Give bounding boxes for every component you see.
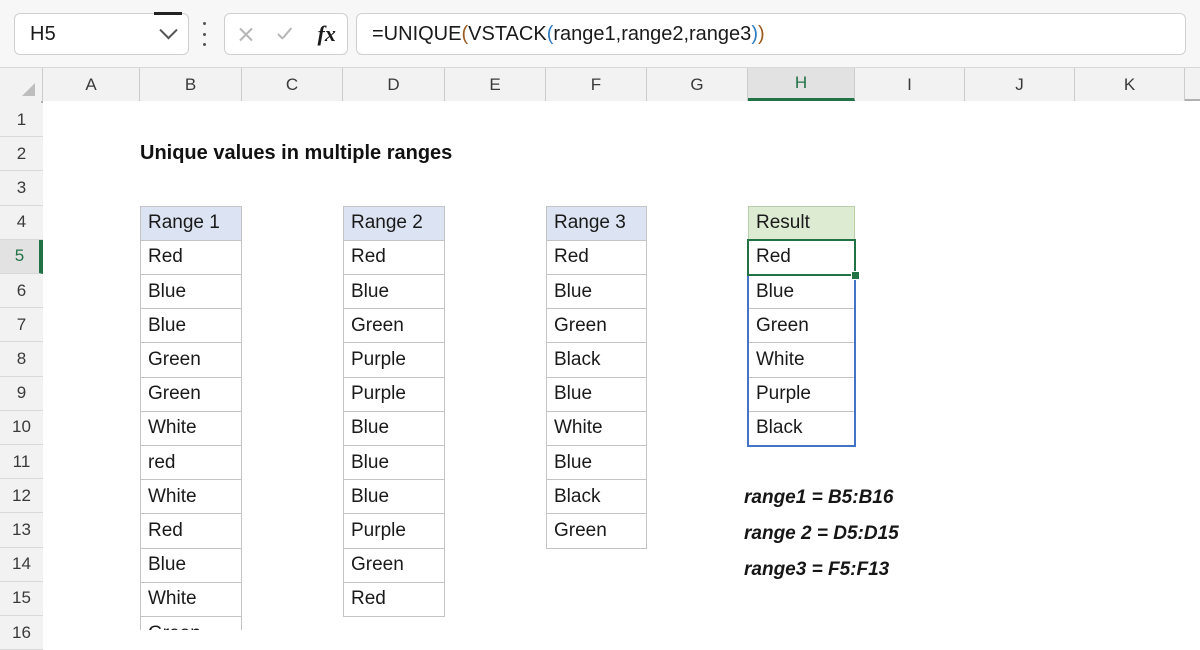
- cell-range2-15[interactable]: Red: [343, 581, 445, 617]
- row-header-9[interactable]: 9: [0, 376, 43, 411]
- column-header-h[interactable]: H: [748, 68, 855, 101]
- row-header-7[interactable]: 7: [0, 308, 43, 343]
- cell-range2-10[interactable]: Blue: [343, 410, 445, 446]
- cell-result-7[interactable]: Green: [748, 308, 855, 344]
- cell-range1-12[interactable]: White: [140, 479, 242, 515]
- column-header-g[interactable]: G: [647, 68, 748, 101]
- cell-range2-8[interactable]: Purple: [343, 342, 445, 378]
- row-header-6[interactable]: 6: [0, 274, 43, 309]
- column-header-band: ABCDEFGHIJK: [0, 68, 1200, 101]
- row-header-16[interactable]: 16: [0, 616, 43, 650]
- insert-function-icon[interactable]: fx: [306, 14, 347, 54]
- cell-range3-13[interactable]: Green: [546, 513, 647, 549]
- column-header-b[interactable]: B: [140, 68, 242, 101]
- cell-result-8[interactable]: White: [748, 342, 855, 378]
- formula-text: =UNIQUE(VSTACK(range1,range2,range3)): [357, 23, 765, 46]
- row-header-10[interactable]: 10: [0, 410, 43, 445]
- cell-range3-11[interactable]: Blue: [546, 445, 647, 481]
- page-title: Unique values in multiple ranges: [140, 142, 453, 164]
- cell-range3-12[interactable]: Black: [546, 479, 647, 515]
- cell-header-range1[interactable]: Range 1: [140, 205, 242, 241]
- cell-range1-8[interactable]: Green: [140, 342, 242, 378]
- row-header-3[interactable]: 3: [0, 171, 43, 206]
- cell-range2-7[interactable]: Green: [343, 308, 445, 344]
- cell-range2-13[interactable]: Purple: [343, 513, 445, 549]
- cell-result-6[interactable]: Blue: [748, 274, 855, 310]
- column-header-j[interactable]: J: [965, 68, 1075, 101]
- row-header-12[interactable]: 12: [0, 479, 43, 514]
- row-header-11[interactable]: 11: [0, 445, 43, 480]
- column-header-f[interactable]: F: [546, 68, 647, 101]
- row-header-15[interactable]: 15: [0, 581, 43, 616]
- row-header-band: 1 2 3 4 5 6 7 8 9 10 11 12 13 14 15 16: [0, 101, 43, 650]
- select-all-corner[interactable]: [0, 68, 43, 101]
- formula-segment-2: VSTACK: [468, 22, 547, 45]
- formula-segment-1: =UNIQUE: [372, 22, 462, 45]
- row-header-5[interactable]: 5: [0, 239, 43, 274]
- cell-range1-7[interactable]: Blue: [140, 308, 242, 344]
- formula-paren-close-2: ): [751, 22, 758, 45]
- formula-action-buttons: fx: [224, 13, 348, 55]
- cell-range1-10[interactable]: White: [140, 410, 242, 446]
- cell-header-range2[interactable]: Range 2: [343, 205, 445, 241]
- column-header-d[interactable]: D: [343, 68, 445, 101]
- cell-range1-13[interactable]: Red: [140, 513, 242, 549]
- row-header-13[interactable]: 13: [0, 513, 43, 548]
- column-header-k[interactable]: K: [1075, 68, 1185, 101]
- cell-range3-10[interactable]: White: [546, 410, 647, 446]
- cell-range2-12[interactable]: Blue: [343, 479, 445, 515]
- cell-range3-7[interactable]: Green: [546, 308, 647, 344]
- row-header-14[interactable]: 14: [0, 547, 43, 582]
- cell-range3-6[interactable]: Blue: [546, 274, 647, 310]
- column-header-c[interactable]: C: [242, 68, 343, 101]
- row-header-2[interactable]: 2: [0, 137, 43, 172]
- fx-label: fx: [317, 21, 336, 46]
- formula-paren-close-1: ): [757, 22, 765, 45]
- range-note-2: range 2 = D5:D15: [744, 523, 899, 545]
- chevron-down-icon[interactable]: [148, 12, 188, 54]
- enter-icon[interactable]: [266, 14, 307, 54]
- cell-result-10[interactable]: Black: [748, 410, 855, 446]
- cell-range3-5[interactable]: Red: [546, 239, 647, 275]
- range-note-3: range3 = F5:F13: [744, 559, 890, 581]
- cell-range3-9[interactable]: Blue: [546, 376, 647, 412]
- more-options-icon[interactable]: [199, 22, 209, 46]
- column-header-i[interactable]: I: [855, 68, 965, 101]
- cell-result-9[interactable]: Purple: [748, 376, 855, 412]
- formula-input[interactable]: =UNIQUE(VSTACK(range1,range2,range3)): [356, 13, 1186, 55]
- cell-result-5[interactable]: Red: [748, 239, 855, 275]
- row-header-4[interactable]: 4: [0, 205, 43, 240]
- cell-range1-5[interactable]: Red: [140, 239, 242, 275]
- cell-range1-11[interactable]: red: [140, 445, 242, 481]
- cell-range2-9[interactable]: Purple: [343, 376, 445, 412]
- cell-range1-6[interactable]: Blue: [140, 274, 242, 310]
- column-header-e[interactable]: E: [445, 68, 546, 101]
- cell-range1-9[interactable]: Green: [140, 376, 242, 412]
- cell-range2-14[interactable]: Green: [343, 547, 445, 583]
- cell-range2-5[interactable]: Red: [343, 239, 445, 275]
- cell-header-result[interactable]: Result: [748, 205, 855, 241]
- cell-range2-11[interactable]: Blue: [343, 445, 445, 481]
- cell-range1-15[interactable]: White: [140, 581, 242, 617]
- cell-range1-14[interactable]: Blue: [140, 547, 242, 583]
- row-header-8[interactable]: 8: [0, 342, 43, 377]
- formula-segment-3: range1,range2,range3: [553, 22, 752, 45]
- cell-header-range3[interactable]: Range 3: [546, 205, 647, 241]
- cell-range3-8[interactable]: Black: [546, 342, 647, 378]
- cell-range2-6[interactable]: Blue: [343, 274, 445, 310]
- cancel-icon[interactable]: [225, 14, 266, 54]
- range-note-1: range1 = B5:B16: [744, 487, 894, 509]
- cell-range1-16[interactable]: Green: [140, 616, 242, 630]
- formula-bar-strip: H5 fx =UNIQUE(VSTACK(range1,range2,range…: [0, 0, 1200, 68]
- fill-handle[interactable]: [851, 271, 860, 280]
- column-header-a[interactable]: A: [43, 68, 140, 101]
- name-box-value: H5: [30, 22, 56, 45]
- row-header-1[interactable]: 1: [0, 103, 43, 138]
- spreadsheet-grid[interactable]: Unique values in multiple ranges Range 1…: [45, 103, 1200, 630]
- name-box[interactable]: H5: [14, 12, 189, 55]
